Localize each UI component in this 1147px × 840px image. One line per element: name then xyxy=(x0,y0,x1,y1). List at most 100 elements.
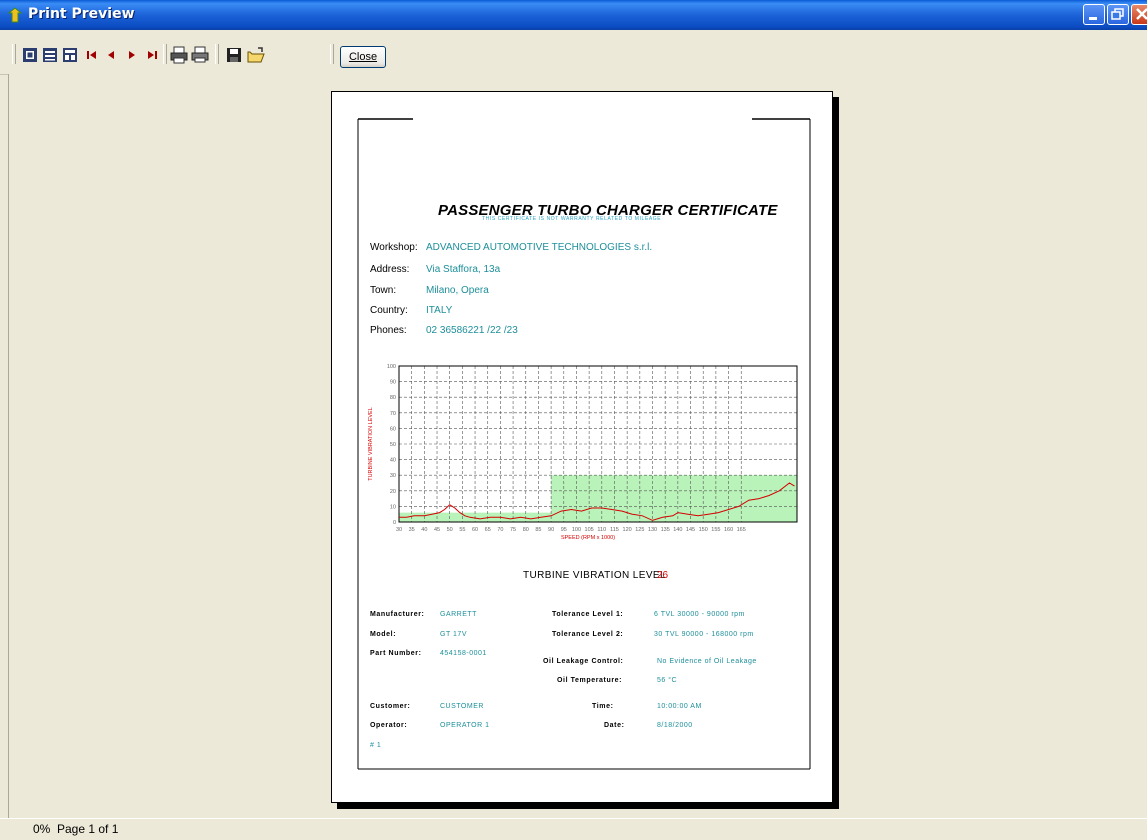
minimize-button[interactable] xyxy=(1083,4,1105,25)
workshop-value: ADVANCED AUTOMOTIVE TECHNOLOGIES s.r.l. xyxy=(426,242,653,253)
tvl-label: TURBINE VIBRATION LEVEL xyxy=(523,570,666,581)
save-icon[interactable] xyxy=(225,46,243,64)
x-tick-label: 65 xyxy=(485,527,491,533)
open-icon[interactable] xyxy=(247,46,265,64)
x-tick-label: 150 xyxy=(699,527,708,533)
x-tick-label: 55 xyxy=(459,527,465,533)
y-tick-label: 70 xyxy=(390,411,396,417)
oil-temperature-label: Oil Temperature: xyxy=(557,677,623,684)
y-tick-label: 90 xyxy=(390,380,396,386)
x-tick-label: 80 xyxy=(523,527,529,533)
country-value: ITALY xyxy=(426,305,453,316)
x-tick-label: 40 xyxy=(421,527,427,533)
certificate-number: # 1 xyxy=(370,742,382,749)
workshop-label: Workshop: xyxy=(370,242,418,253)
phones-value: 02 36586221 /22 /23 xyxy=(426,325,518,336)
part-number-value: 454158-0001 xyxy=(440,650,487,657)
two-pages-icon[interactable] xyxy=(41,46,59,64)
x-tick-label: 85 xyxy=(535,527,541,533)
oil-leakage-value: No Evidence of Oil Leakage xyxy=(657,658,757,665)
y-tick-label: 20 xyxy=(390,489,396,495)
print-icon[interactable] xyxy=(191,46,209,64)
toolbar-separator xyxy=(163,44,167,64)
part-number-label: Part Number: xyxy=(370,650,422,657)
operator-value: OPERATOR 1 xyxy=(440,722,490,729)
restore-button[interactable] xyxy=(1107,4,1129,25)
x-tick-label: 125 xyxy=(635,527,644,533)
y-tick-label: 60 xyxy=(390,426,396,432)
last-page-icon[interactable] xyxy=(143,46,161,64)
title-bar: Print Preview xyxy=(0,0,1147,30)
one-page-icon[interactable] xyxy=(21,46,39,64)
model-label: Model: xyxy=(370,631,397,638)
x-tick-label: 160 xyxy=(724,527,733,533)
x-tick-label: 140 xyxy=(673,527,682,533)
toolbar-separator xyxy=(215,44,219,64)
close-button-label: Close xyxy=(348,51,378,63)
date-value: 8/18/2000 xyxy=(657,722,693,729)
x-tick-label: 75 xyxy=(510,527,516,533)
page-status: Page 1 of 1 xyxy=(57,822,119,836)
x-tick-label: 95 xyxy=(561,527,567,533)
close-icon xyxy=(1136,8,1147,20)
x-tick-label: 120 xyxy=(623,527,632,533)
y-axis-label: TURBINE VIBRATION LEVEL xyxy=(368,407,374,481)
multi-page-icon[interactable] xyxy=(61,46,79,64)
x-tick-label: 115 xyxy=(610,527,619,533)
vibration-chart: 30 35 40 45 50 55 60 65 70 75 80 85 90 95 100 105 110 115… xyxy=(368,364,798,541)
address-label: Address: xyxy=(370,264,410,275)
first-page-icon[interactable] xyxy=(83,46,101,64)
x-tick-label: 165 xyxy=(737,527,746,533)
y-tick-label: 100 xyxy=(387,364,396,370)
town-label: Town: xyxy=(370,285,397,296)
customer-value: CUSTOMER xyxy=(440,703,484,710)
tvl-value: 26 xyxy=(657,570,669,581)
operator-label: Operator: xyxy=(370,722,408,729)
address-value: Via Staffora, 13a xyxy=(426,264,501,275)
town-value: Milano, Opera xyxy=(426,285,489,296)
zoom-status: 0% xyxy=(33,822,51,836)
x-tick-label: 135 xyxy=(661,527,670,533)
x-tick-label: 145 xyxy=(686,527,695,533)
restore-icon xyxy=(1111,8,1124,20)
customer-label: Customer: xyxy=(370,703,411,710)
x-tick-label: 45 xyxy=(434,527,440,533)
x-tick-label: 100 xyxy=(572,527,581,533)
x-tick-label: 130 xyxy=(648,527,657,533)
x-tick-label: 60 xyxy=(472,527,478,533)
window-title: Print Preview xyxy=(28,6,135,22)
close-button[interactable]: Close xyxy=(340,46,386,68)
x-tick-label: 50 xyxy=(447,527,453,533)
x-tick-label: 70 xyxy=(497,527,503,533)
tolerance2-value: 30 TVL 90000 - 168000 rpm xyxy=(654,631,754,638)
y-tick-label: 0 xyxy=(393,520,396,526)
toolbar-grip[interactable] xyxy=(12,44,16,64)
oil-leakage-label: Oil Leakage Control: xyxy=(543,658,624,665)
y-tick-label: 30 xyxy=(390,473,396,479)
toolbar-separator xyxy=(330,44,334,64)
x-tick-label: 155 xyxy=(711,527,720,533)
manufacturer-value: GARRETT xyxy=(440,611,477,618)
tolerance2-label: Tolerance Level 2: xyxy=(552,631,624,638)
y-tick-label: 80 xyxy=(390,395,396,401)
certificate-subtitle: THIS CERTIFICATE IS NOT WARRANTY RELATED… xyxy=(482,216,662,222)
status-bar: 0% Page 1 of 1 xyxy=(0,818,1147,840)
minimize-icon xyxy=(1089,17,1097,20)
x-tick-label: 105 xyxy=(585,527,594,533)
preview-page: PASSENGER TURBO CHARGER CERTIFICATE THIS… xyxy=(331,91,833,803)
print-setup-icon[interactable] xyxy=(170,46,188,64)
close-window-button[interactable] xyxy=(1131,4,1147,25)
next-page-icon[interactable] xyxy=(123,46,141,64)
previous-page-icon[interactable] xyxy=(103,46,121,64)
time-label: Time: xyxy=(592,703,614,710)
x-tick-label: 35 xyxy=(409,527,415,533)
x-tick-label: 30 xyxy=(396,527,402,533)
x-axis-label: SPEED (RPM x 1000) xyxy=(561,535,615,541)
oil-temperature-value: 56 °C xyxy=(657,677,678,684)
manufacturer-label: Manufacturer: xyxy=(370,611,425,618)
x-tick-label: 110 xyxy=(597,527,606,533)
date-label: Date: xyxy=(604,722,625,729)
country-label: Country: xyxy=(370,305,408,316)
time-value: 10:00:00 AM xyxy=(657,703,702,710)
app-icon xyxy=(8,7,23,23)
